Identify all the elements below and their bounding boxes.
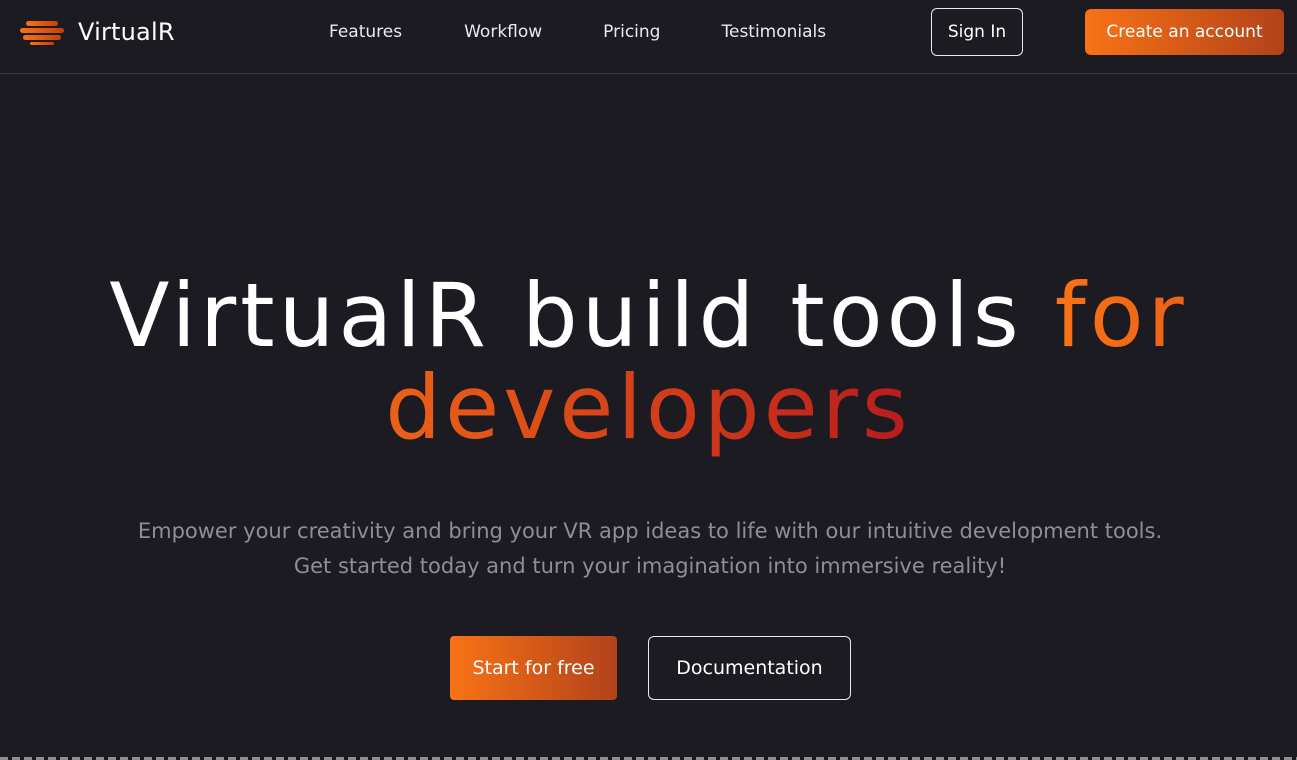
start-for-free-button[interactable]: Start for free	[450, 636, 617, 700]
nav-link-testimonials[interactable]: Testimonials	[721, 20, 826, 44]
top-navbar: VirtualR Features Workflow Pricing Testi…	[0, 0, 1297, 74]
brand-logo[interactable]: VirtualR	[20, 14, 175, 50]
hero-subtitle-line-1: Empower your creativity and bring your V…	[137, 519, 1163, 543]
create-account-button[interactable]: Create an account	[1085, 9, 1284, 55]
stacked-bars-logo-icon	[20, 18, 64, 46]
documentation-button[interactable]: Documentation	[648, 636, 851, 700]
hero-subtitle: Empower your creativity and bring your V…	[80, 514, 1220, 584]
nav-link-workflow[interactable]: Workflow	[464, 20, 542, 44]
nav-link-features[interactable]: Features	[329, 20, 402, 44]
nav-link-pricing[interactable]: Pricing	[603, 20, 660, 44]
sign-in-button[interactable]: Sign In	[931, 8, 1023, 56]
brand-name: VirtualR	[78, 18, 175, 46]
main-nav: Features Workflow Pricing Testimonials	[329, 20, 826, 44]
hero-title: VirtualR build tools for developers	[0, 270, 1297, 454]
hero-title-main: VirtualR build tools	[109, 264, 1055, 367]
hero-subtitle-line-2: Get started today and turn your imaginat…	[293, 554, 1007, 578]
